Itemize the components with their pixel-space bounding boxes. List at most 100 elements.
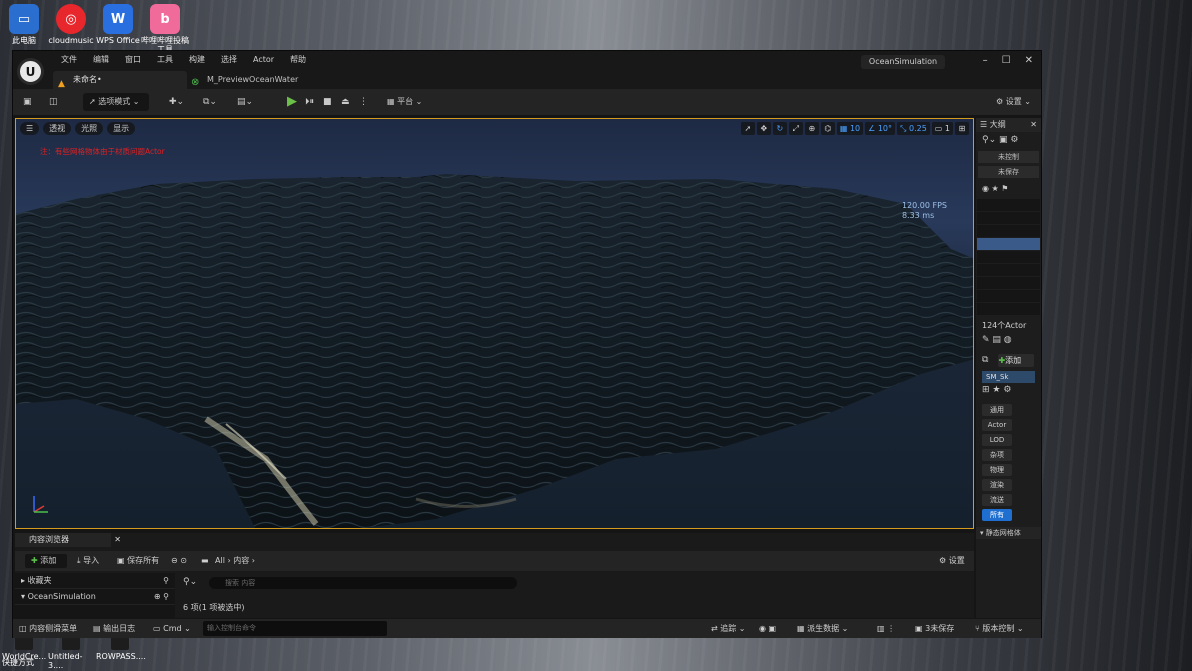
taskbar-item-rowpass[interactable]: ROWPASS.... <box>96 636 146 661</box>
list-item[interactable] <box>977 303 1040 315</box>
category-streaming[interactable]: 流送 <box>982 494 1012 506</box>
tab-content-browser[interactable]: 内容浏览器 ✕ <box>15 533 121 547</box>
blueprint-icon[interactable]: ⧉⌄ <box>203 93 217 111</box>
unreal-logo-icon[interactable]: U <box>17 58 44 85</box>
uncontrolled-tag[interactable]: 未控制 <box>978 151 1039 163</box>
filter-icon[interactable]: ⚲⌄ <box>183 577 197 587</box>
list-item-selected[interactable] <box>977 238 1040 250</box>
category-physics[interactable]: 物理 <box>982 464 1012 476</box>
import-button[interactable]: ⤓ 导入 <box>77 554 99 568</box>
console-input[interactable]: 输入控制台命令 <box>203 621 387 636</box>
tab-level[interactable]: ▲ 未命名• <box>53 71 187 89</box>
close-button[interactable]: ✕ <box>1025 55 1033 66</box>
list-item[interactable] <box>977 277 1040 289</box>
category-actor[interactable]: Actor <box>982 419 1012 431</box>
menu-item-window[interactable]: 窗口 <box>117 55 149 65</box>
scale-snap-button[interactable]: ⤡ 0.25 <box>897 122 930 135</box>
viewport-menu-icon[interactable]: ☰ <box>20 122 40 135</box>
lighting-button[interactable]: 光照 <box>75 122 104 135</box>
category-misc[interactable]: 杂项 <box>982 449 1012 461</box>
desktop-icon-bilibili[interactable]: b 哔哩哔哩投稿工具 <box>141 0 189 54</box>
list-item[interactable] <box>977 264 1040 276</box>
category-general[interactable]: 通用 <box>982 404 1012 416</box>
menu-item-file[interactable]: 文件 <box>53 55 85 65</box>
list-item[interactable] <box>977 225 1040 237</box>
component-row[interactable]: SM_Sk <box>982 371 1035 383</box>
category-lod[interactable]: LOD <box>982 434 1012 446</box>
stop-icon[interactable]: ■ <box>323 93 332 111</box>
add-icon[interactable]: ⊕ ⚲ <box>154 589 169 605</box>
layout-icon[interactable]: ⊞ <box>955 122 969 135</box>
menu-item-tools[interactable]: 工具 <box>149 55 181 65</box>
menu-item-edit[interactable]: 编辑 <box>85 55 117 65</box>
search-icon[interactable]: ⚲ <box>163 573 169 589</box>
play-icon[interactable]: ▶ <box>287 93 297 111</box>
save-all-button[interactable]: ▣ 保存所有 <box>117 554 159 568</box>
close-icon[interactable]: ✕ <box>1030 118 1037 132</box>
list-item[interactable] <box>977 251 1040 263</box>
details-filter-icon[interactable]: ⊞ ★ ⚙ <box>976 385 1041 401</box>
breadcrumb-all[interactable]: All <box>215 556 225 565</box>
add-component-button[interactable]: ✚添加 <box>998 353 1035 367</box>
add-actor-icon[interactable]: ✚⌄ <box>169 93 184 111</box>
scale-icon[interactable]: ⤢ <box>788 122 803 135</box>
perspective-button[interactable]: 透视 <box>43 122 72 135</box>
cinematics-icon[interactable]: ▤⌄ <box>237 93 253 111</box>
search-input[interactable]: 搜索 内容 <box>209 577 517 589</box>
favorites-row[interactable]: ▸ 收藏夹 ⚲ <box>15 573 175 589</box>
category-all[interactable]: 所有 <box>982 509 1012 521</box>
browse-icon[interactable]: ◫ <box>49 93 58 111</box>
platform-button[interactable]: ▦ 平台 ⌄ <box>387 93 422 111</box>
select-icon[interactable]: ➚ <box>740 122 755 135</box>
menu-item-build[interactable]: 构建 <box>181 55 213 65</box>
static-mesh-section[interactable]: ▾ 静态网格体 <box>976 527 1041 539</box>
mode-select-button[interactable]: ➚ 选项模式 ⌄ <box>83 93 149 111</box>
history-icon[interactable]: ⊖ ⊙ <box>171 554 187 568</box>
trace-button[interactable]: ⇄ 追踪 ⌄ <box>711 621 746 636</box>
list-item[interactable] <box>977 290 1040 302</box>
surface-snap-icon[interactable]: ⌬ <box>820 122 835 135</box>
filter-icon[interactable]: ⚲⌄ ▣ ⚙ <box>976 132 1041 148</box>
world-icon[interactable]: ⊕ <box>804 122 819 135</box>
version-control-button[interactable]: ⑂ 版本控制 ⌄ <box>975 621 1024 636</box>
level-viewport[interactable]: ☰ 透视 光照 显示 ➚ ✥ ↻ ⤢ ⊕ ⌬ ▦ 10 ∠ 10° ⤡ 0.25… <box>15 118 974 529</box>
camera-speed-button[interactable]: ▭ 1 <box>931 122 953 135</box>
move-icon[interactable]: ✥ <box>756 122 771 135</box>
eject-icon[interactable]: ⏏ <box>341 93 350 111</box>
category-rendering[interactable]: 渲染 <box>982 479 1012 491</box>
list-item[interactable] <box>977 199 1040 211</box>
menu-item-help[interactable]: 帮助 <box>282 55 314 65</box>
rotate-icon[interactable]: ↻ <box>772 122 787 135</box>
angle-snap-button[interactable]: ∠ 10° <box>865 122 896 135</box>
tab-material[interactable]: ⊗ M_PreviewOceanWater <box>187 71 327 89</box>
close-icon[interactable]: ✕ <box>114 533 121 547</box>
unsaved-button[interactable]: ▣ 3未保存 <box>915 621 954 636</box>
menu-item-actor[interactable]: Actor <box>245 55 282 65</box>
record-icon[interactable]: ◉ ▣ <box>759 621 776 636</box>
output-log-button[interactable]: ▤ 输出日志 <box>93 621 135 636</box>
maximize-button[interactable]: ☐ <box>1002 55 1011 66</box>
content-drawer-button[interactable]: ◫ 内容侧滑菜单 <box>19 621 77 636</box>
taskbar-item-untitled[interactable]: Untitled-3.... <box>48 636 94 670</box>
stats-icon[interactable]: ▥ ⋮ <box>877 621 895 636</box>
list-item[interactable] <box>977 212 1040 224</box>
cmd-dropdown[interactable]: ▭ Cmd ⌄ <box>153 621 191 636</box>
show-button[interactable]: 显示 <box>107 122 136 135</box>
settings-button[interactable]: ⚙ 设置 ⌄ <box>996 93 1031 111</box>
breadcrumb-content[interactable]: 内容 <box>233 556 249 565</box>
grid-snap-button[interactable]: ▦ 10 <box>836 122 864 135</box>
settings-button[interactable]: ⚙ 设置 <box>939 554 965 568</box>
menu-item-select[interactable]: 选择 <box>213 55 245 65</box>
save-icon[interactable]: ▣ <box>23 93 32 111</box>
add-button[interactable]: ✚ 添加 <box>25 554 67 568</box>
project-row[interactable]: ▾ OceanSimulation ⊕ ⚲ <box>15 589 175 605</box>
desktop-icon-cloudmusic[interactable]: ◎ cloudmusic <box>47 0 95 45</box>
details-toolbar-icon[interactable]: ✎ ▤ ◍ <box>976 335 1041 351</box>
minimize-button[interactable]: – <box>983 55 988 66</box>
step-icon[interactable]: ⏵⏸ <box>305 93 314 111</box>
more-icon[interactable]: ⋮ <box>359 93 368 111</box>
derived-data-button[interactable]: ▦ 派生数据 ⌄ <box>797 621 848 636</box>
desktop-icon-wps[interactable]: W WPS Office <box>94 0 142 45</box>
desktop-icon-this-pc[interactable]: ▭ 此电脑 <box>0 0 48 45</box>
unsaved-tag[interactable]: 未保存 <box>978 166 1039 178</box>
